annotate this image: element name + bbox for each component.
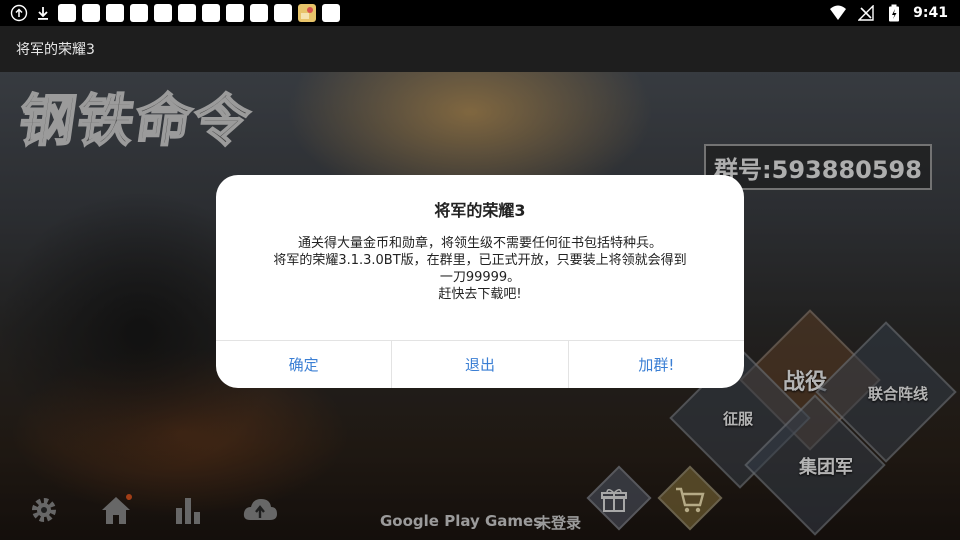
dialog-message-line: 一刀99999。 bbox=[439, 270, 521, 285]
app-title: 将军的荣耀3 bbox=[16, 42, 95, 58]
notification-icon bbox=[154, 4, 172, 22]
download-icon bbox=[34, 4, 52, 22]
notification-icon bbox=[202, 4, 220, 22]
join-group-button[interactable]: 加群! bbox=[569, 341, 744, 388]
status-bar-right: 9:41 bbox=[829, 0, 948, 26]
dialog-button-row: 确定 退出 加群! bbox=[216, 340, 744, 388]
notification-icon bbox=[322, 4, 340, 22]
dialog-message-line: 赶快去下载吧! bbox=[438, 287, 522, 302]
exit-button[interactable]: 退出 bbox=[392, 341, 569, 388]
notification-icon bbox=[58, 4, 76, 22]
wifi-icon bbox=[829, 4, 847, 22]
notification-icon bbox=[130, 4, 148, 22]
no-signal-icon bbox=[857, 4, 875, 22]
app-icon bbox=[298, 4, 316, 22]
status-bar-left-icons bbox=[0, 4, 340, 22]
notification-icon bbox=[226, 4, 244, 22]
notification-icon bbox=[250, 4, 268, 22]
app-title-bar: 将军的荣耀3 bbox=[0, 26, 960, 72]
notification-icon bbox=[82, 4, 100, 22]
confirm-button[interactable]: 确定 bbox=[216, 341, 393, 388]
alert-dialog: 将军的荣耀3 通关得大量金币和勋章，将领生级不需要任何征书包括特种兵。 将军的荣… bbox=[216, 175, 744, 388]
dialog-message: 通关得大量金币和勋章，将领生级不需要任何征书包括特种兵。 将军的荣耀3.1.3.… bbox=[236, 235, 724, 303]
dialog-message-line: 通关得大量金币和勋章，将领生级不需要任何征书包括特种兵。 bbox=[297, 236, 662, 251]
battery-icon bbox=[885, 4, 903, 22]
dialog-message-line: 将军的荣耀3.1.3.0BT版，在群里，已正式开放，只要装上将领就会得到 bbox=[273, 253, 687, 268]
sync-icon bbox=[10, 4, 28, 22]
notification-icon bbox=[274, 4, 292, 22]
notification-icon bbox=[106, 4, 124, 22]
dialog-title: 将军的荣耀3 bbox=[434, 201, 526, 220]
status-bar: 9:41 bbox=[0, 0, 960, 26]
clock: 9:41 bbox=[913, 5, 948, 21]
notification-icon bbox=[178, 4, 196, 22]
